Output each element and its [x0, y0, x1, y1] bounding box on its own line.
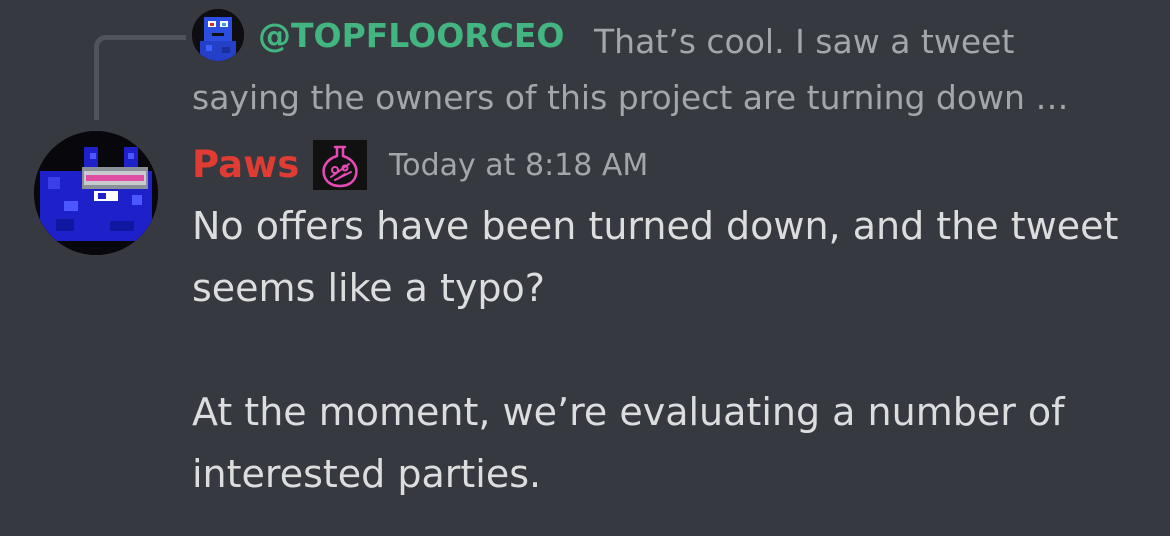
author-avatar[interactable] — [34, 131, 158, 255]
message-content: No offers have been turned down, and the… — [192, 195, 1142, 505]
reply-connector — [94, 35, 186, 120]
message-paragraph: No offers have been turned down, and the… — [192, 204, 1119, 310]
author-name[interactable]: Paws — [192, 140, 299, 190]
reply-author-name[interactable]: @TOPFLOORCEO — [258, 14, 564, 58]
role-badge[interactable] — [313, 140, 367, 190]
flask-icon — [313, 140, 367, 190]
message-timestamp[interactable]: Today at 8:18 AM — [389, 146, 648, 186]
message-paragraph: At the moment, we’re evaluating a number… — [192, 390, 1065, 496]
pixel-cat-icon — [34, 131, 158, 255]
